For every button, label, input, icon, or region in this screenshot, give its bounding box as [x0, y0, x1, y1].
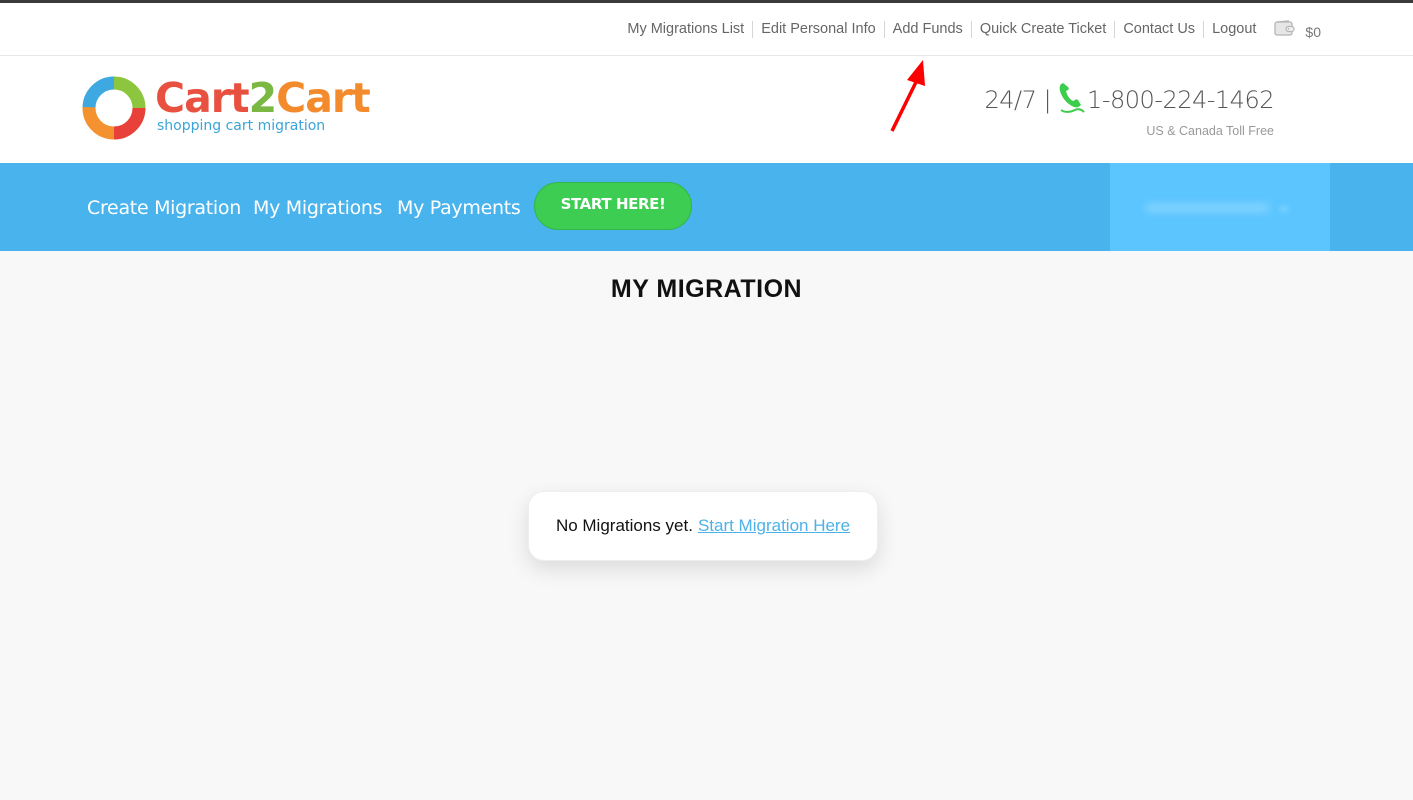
- support-phone-block: 24/7 | 1-800-224-1462 US & Canada Toll F…: [984, 80, 1274, 138]
- page-title: MY MIGRATION: [610, 275, 803, 303]
- empty-state-message: No Migrations yet.: [555, 516, 693, 535]
- wallet-amount: $0: [1305, 24, 1321, 40]
- edit-personal-info-link[interactable]: Edit Personal Info: [753, 21, 885, 38]
- chevron-down-icon: [1280, 206, 1288, 212]
- user-account-menu[interactable]: [1110, 163, 1330, 251]
- logo-wordmark: Cart2Cart: [155, 74, 371, 122]
- support-phone-number[interactable]: 1-800-224-1462: [1087, 86, 1274, 114]
- nav-my-migrations[interactable]: My Migrations: [253, 197, 383, 219]
- empty-state-card: No Migrations yet. Start Migration Here: [528, 491, 878, 561]
- nav-my-payments[interactable]: My Payments: [397, 197, 521, 219]
- site-header: Cart2Cart shopping cart migration 24/7 |…: [0, 56, 1413, 163]
- contact-us-link[interactable]: Contact Us: [1115, 21, 1205, 38]
- utility-bar: My Migrations List Edit Personal Info Ad…: [0, 3, 1413, 56]
- add-funds-link[interactable]: Add Funds: [885, 21, 972, 38]
- wallet-balance[interactable]: $0: [1274, 20, 1321, 42]
- quick-create-ticket-link[interactable]: Quick Create Ticket: [972, 21, 1116, 38]
- redacted-user-name: [1145, 203, 1270, 213]
- main-nav: Create Migration My Migrations My Paymen…: [0, 163, 1413, 251]
- support-hours: 24/7 |: [984, 86, 1052, 114]
- cart2cart-logo[interactable]: Cart2Cart shopping cart migration: [76, 71, 371, 145]
- start-migration-link[interactable]: Start Migration Here: [698, 516, 850, 536]
- logout-link[interactable]: Logout: [1204, 21, 1264, 38]
- phone-icon: [1051, 80, 1087, 120]
- utility-links: My Migrations List Edit Personal Info Ad…: [619, 3, 1321, 56]
- start-here-button[interactable]: START HERE!: [534, 182, 692, 230]
- toll-free-note: US & Canada Toll Free: [1146, 124, 1274, 138]
- my-migrations-list-link[interactable]: My Migrations List: [619, 21, 754, 38]
- wallet-icon: [1274, 20, 1296, 42]
- annotation-arrow-icon: [890, 60, 925, 132]
- logo-mark-icon: [82, 76, 146, 140]
- nav-create-migration[interactable]: Create Migration: [87, 197, 241, 219]
